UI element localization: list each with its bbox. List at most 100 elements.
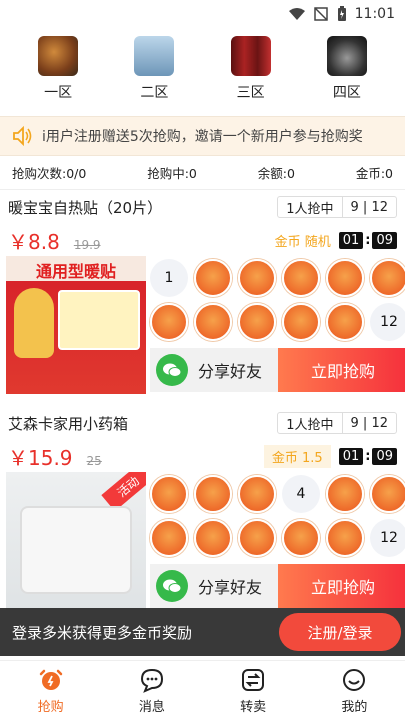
timer-seconds: 09	[372, 447, 397, 465]
slot-count: 9 | 12	[341, 197, 396, 217]
speaker-icon	[8, 121, 38, 151]
product-image[interactable]: 活动	[6, 472, 146, 610]
status-bar: 11:01	[0, 0, 405, 28]
tab-grab[interactable]: 抢购	[0, 661, 101, 720]
tab-label: 我的	[341, 699, 368, 715]
countdown-timer: 01:09	[338, 447, 397, 465]
tab-label: 抢购	[37, 699, 64, 715]
kangaroo-icon	[14, 288, 54, 358]
tab-profile[interactable]: 我的	[304, 661, 405, 720]
exchange-icon	[242, 668, 265, 691]
brand-box-graphic	[58, 290, 140, 350]
notice-bar[interactable]: i用户注册赠送5次抢购，邀请一个新用户参与抢购奖	[0, 116, 405, 156]
product-price: ￥15.9	[8, 445, 73, 470]
participant-avatar	[194, 259, 232, 297]
timer-seconds: 09	[372, 231, 397, 249]
register-login-button[interactable]: 注册/登录	[279, 613, 401, 651]
slot-number: 12	[370, 519, 405, 557]
stat-count: 抢购次数:0/0	[12, 166, 87, 181]
category-label: 四区	[332, 85, 361, 101]
category-row: 一区 二区 三区 四区	[0, 28, 405, 112]
category-label: 一区	[44, 85, 73, 101]
buy-now-button[interactable]: 立即抢购	[278, 564, 405, 608]
wifi-icon	[288, 8, 305, 20]
category-zone-3[interactable]: 三区	[216, 36, 286, 112]
participant-avatar	[370, 259, 405, 297]
participant-avatar	[282, 303, 320, 341]
buy-now-button[interactable]: 立即抢购	[278, 348, 405, 392]
share-button[interactable]: 分享好友	[150, 348, 278, 392]
wechat-icon	[156, 570, 188, 602]
login-prompt-bar: 登录多米获得更多金币奖励 注册/登录	[0, 608, 405, 656]
chat-bubble-icon	[140, 668, 163, 693]
grab-status-pill: 1人抢中 9 | 12	[277, 196, 397, 218]
tab-label: 消息	[138, 699, 165, 715]
participant-avatar	[326, 303, 364, 341]
participant-avatar	[238, 475, 276, 513]
share-label: 分享好友	[198, 578, 263, 597]
slot-count: 9 | 12	[341, 413, 396, 433]
participant-avatar	[238, 519, 276, 557]
grab-status-pill: 1人抢中 9 | 12	[277, 412, 397, 434]
no-signal-icon	[313, 7, 328, 21]
share-button[interactable]: 分享好友	[150, 564, 278, 608]
timer-minutes: 01	[338, 447, 364, 465]
notice-text: i用户注册赠送5次抢购，邀请一个新用户参与抢购奖	[42, 129, 363, 145]
stat-in-progress: 抢购中:0	[147, 166, 197, 181]
product-image[interactable]: 通用型暖贴	[6, 256, 146, 394]
medicine-box-graphic	[20, 506, 132, 594]
category-zone-1[interactable]: 一区	[23, 36, 93, 112]
appliance-icon	[134, 36, 175, 76]
coin-tag: 金币 1.5	[263, 444, 331, 468]
wechat-icon	[156, 354, 188, 386]
category-label: 三区	[236, 85, 265, 101]
participant-avatar	[282, 259, 320, 297]
food-platter-icon	[38, 36, 79, 76]
category-zone-2[interactable]: 二区	[119, 36, 189, 112]
participant-avatar	[150, 303, 188, 341]
participant-avatar	[326, 519, 364, 557]
participant-avatar	[150, 519, 188, 557]
cookware-icon	[326, 36, 367, 76]
tab-label: 转卖	[240, 699, 267, 715]
grab-count: 1人抢中	[286, 417, 334, 433]
participant-avatar	[194, 475, 232, 513]
product-name: 暖宝宝自热贴（20片）	[8, 198, 163, 217]
stat-coins: 金币:0	[355, 166, 393, 181]
countdown-timer: 01:09	[338, 231, 397, 249]
battery-icon	[337, 6, 346, 21]
participant-avatar	[370, 475, 405, 513]
original-price: 25	[86, 453, 102, 468]
product-name: 艾森卡家用小药箱	[8, 414, 129, 433]
participant-avatar	[238, 303, 276, 341]
login-prompt-text: 登录多米获得更多金币奖励	[12, 623, 193, 642]
category-zone-4[interactable]: 四区	[312, 36, 382, 112]
product-image-caption: 通用型暖贴	[35, 262, 116, 281]
category-label: 二区	[140, 85, 169, 101]
grab-count: 1人抢中	[286, 201, 334, 217]
slot-number: 12	[370, 303, 405, 341]
stats-bar: 抢购次数:0/0 抢购中:0 余额:0 金币:0	[0, 156, 405, 190]
participant-avatar	[282, 519, 320, 557]
smiley-icon	[343, 668, 366, 691]
alarm-clock-icon	[39, 669, 62, 690]
product-price: ￥8.8	[8, 229, 60, 254]
timer-minutes: 01	[338, 231, 364, 249]
wine-icon	[230, 36, 271, 76]
share-label: 分享好友	[198, 362, 263, 381]
participant-avatar	[194, 303, 232, 341]
bottom-tab-bar: 抢购 消息 转卖 我的	[0, 660, 405, 720]
tab-resell[interactable]: 转卖	[203, 661, 304, 720]
original-price: 19.9	[73, 237, 101, 252]
slot-number: 1	[150, 259, 188, 297]
product-card[interactable]: 艾森卡家用小药箱 1人抢中 9 | 12 ￥15.9 25 金币 1.5 01:…	[0, 406, 405, 610]
participant-avatar	[238, 259, 276, 297]
participant-avatar	[326, 475, 364, 513]
product-card[interactable]: 暖宝宝自热贴（20片） 1人抢中 9 | 12 ￥8.8 19.9 金币 随机 …	[0, 190, 405, 394]
participant-avatar	[150, 475, 188, 513]
participant-avatar	[326, 259, 364, 297]
coin-tag: 金币 随机	[274, 234, 331, 250]
stat-balance: 余额:0	[257, 166, 295, 181]
tab-messages[interactable]: 消息	[101, 661, 202, 720]
participant-avatar	[194, 519, 232, 557]
